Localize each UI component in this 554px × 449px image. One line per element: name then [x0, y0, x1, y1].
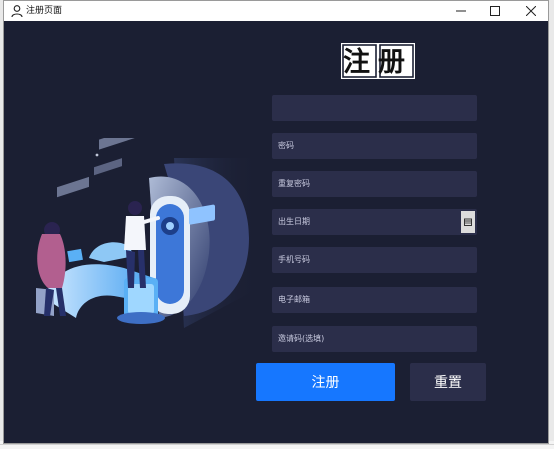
minimize-button[interactable] — [444, 1, 478, 21]
phone-input[interactable]: 手机号码 — [272, 247, 477, 273]
register-window: 注册页面 注册 密码 重复密码 出生日期 手机号码 电子邮箱 邀请码(选填) 注… — [3, 0, 549, 444]
title-bar[interactable]: 注册页面 — [4, 1, 548, 22]
user-icon — [11, 5, 23, 18]
maximize-icon — [490, 6, 500, 16]
email-placeholder: 电子邮箱 — [278, 295, 310, 304]
window-title: 注册页面 — [26, 6, 63, 16]
birth-date-placeholder: 出生日期 — [278, 217, 310, 226]
invite-code-input[interactable]: 邀请码(选填) — [272, 326, 477, 352]
minimize-icon — [456, 10, 466, 12]
confirm-password-input[interactable]: 重复密码 — [272, 171, 477, 197]
birth-date-input[interactable]: 出生日期 — [272, 209, 477, 235]
client-area: 注册 密码 重复密码 出生日期 手机号码 电子邮箱 邀请码(选填) 注册 重置 — [4, 21, 548, 443]
invite-code-placeholder: 邀请码(选填) — [278, 334, 325, 343]
close-button[interactable] — [514, 1, 548, 21]
username-input[interactable] — [272, 95, 477, 121]
date-picker-button[interactable] — [461, 211, 475, 233]
register-logo: 注册 — [341, 43, 415, 79]
close-icon — [526, 6, 536, 16]
email-input[interactable]: 电子邮箱 — [272, 287, 477, 313]
reset-button[interactable]: 重置 — [410, 363, 486, 401]
confirm-password-placeholder: 重复密码 — [278, 179, 310, 188]
logo-text: 注册 — [343, 46, 413, 78]
password-placeholder: 密码 — [278, 141, 294, 150]
phone-placeholder: 手机号码 — [278, 255, 310, 264]
calendar-icon — [464, 218, 472, 226]
hero-illustration — [36, 138, 259, 328]
password-input[interactable]: 密码 — [272, 133, 477, 159]
maximize-button[interactable] — [478, 1, 512, 21]
register-button[interactable]: 注册 — [256, 363, 395, 401]
